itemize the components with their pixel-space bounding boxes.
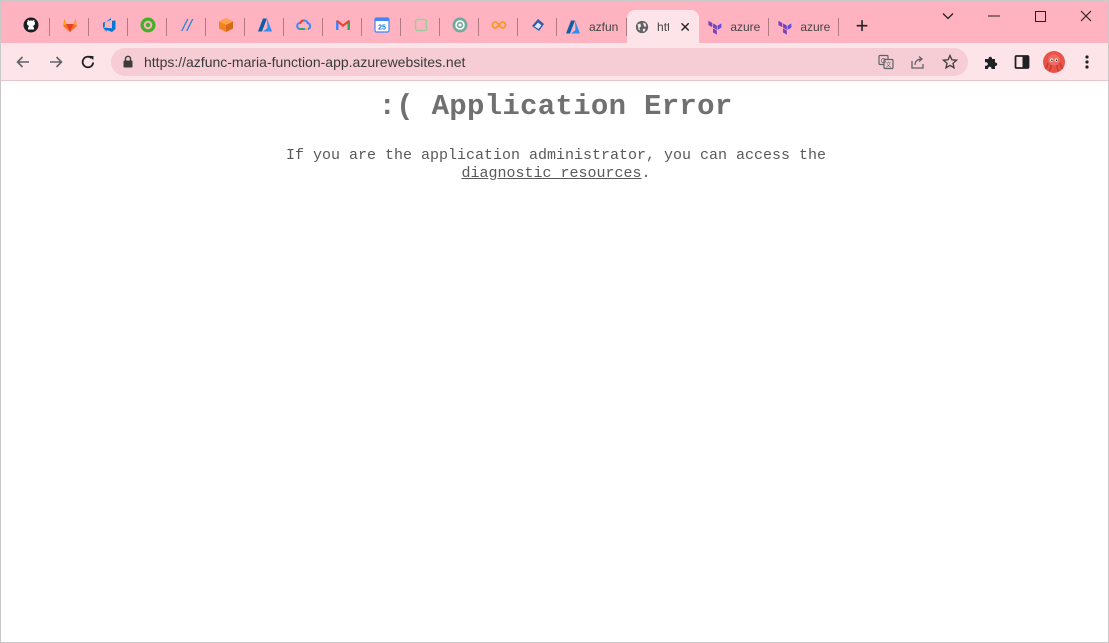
page-content: :( Application Error If you are the appl… (1, 82, 1108, 642)
error-message-text: If you are the application administrator… (285, 147, 827, 164)
avatar-octopus-icon (1043, 51, 1065, 73)
share-button[interactable] (908, 52, 928, 72)
profile-avatar[interactable] (1042, 50, 1066, 74)
infinity-icon (491, 21, 506, 29)
calendar-icon: 25 (373, 17, 390, 33)
new-tab-button[interactable]: + (850, 15, 874, 39)
extension-tab-icon (414, 18, 427, 32)
tab-azure-terraform-2[interactable]: azure (769, 10, 839, 43)
arrow-left-icon (16, 56, 29, 68)
svg-text:文: 文 (885, 61, 891, 69)
pinned-tab-package[interactable] (206, 10, 245, 44)
minimize-button[interactable] (971, 1, 1017, 31)
forward-button[interactable] (44, 50, 68, 74)
close-icon (1080, 10, 1092, 22)
tab-label: azure (730, 19, 761, 34)
tab-azfun[interactable]: azfun (557, 10, 627, 43)
pinned-tab-azure[interactable] (245, 10, 284, 44)
back-button[interactable] (11, 50, 35, 74)
pinned-tab-gitlab[interactable] (50, 10, 89, 44)
bookmark-button[interactable] (940, 52, 960, 72)
pinned-tab-circleci[interactable] (128, 10, 167, 44)
address-bar[interactable]: https://azfunc-maria-function-app.azurew… (111, 48, 968, 76)
puzzle-icon (985, 56, 998, 69)
pinned-tab-extension[interactable] (401, 10, 440, 44)
azure-icon (257, 18, 272, 32)
tab-label: htt (657, 19, 670, 34)
extensions-button[interactable] (979, 50, 1003, 74)
url-text[interactable]: https://azfunc-maria-function-app.azurew… (144, 54, 465, 70)
pinned-tab-google-cloud[interactable] (284, 10, 323, 44)
tab-strip: 25 azfun htt ✕ azure azure + (1, 1, 1108, 43)
cloud-app-icon (531, 19, 544, 31)
chatgpt-icon (452, 17, 467, 33)
svg-text:25: 25 (378, 25, 386, 32)
chevron-down-icon (942, 13, 954, 20)
gitlab-icon (62, 19, 77, 32)
translate-button[interactable]: G文 (876, 52, 896, 72)
close-window-button[interactable] (1063, 1, 1109, 31)
pinned-tab-gmail[interactable] (323, 10, 362, 44)
side-panel-button[interactable] (1010, 50, 1034, 74)
page-title: :( Application Error (378, 90, 733, 123)
browser-toolbar: https://azfunc-maria-function-app.azurew… (1, 43, 1108, 81)
azure-pipelines-icon (180, 19, 193, 31)
github-icon (23, 17, 38, 33)
error-message-end: . (641, 165, 651, 182)
reload-icon (81, 55, 95, 69)
star-icon (942, 54, 958, 70)
reload-button[interactable] (76, 50, 100, 74)
circleci-icon (140, 17, 155, 33)
close-tab-icon[interactable]: ✕ (679, 20, 691, 34)
error-message: If you are the application administrator… (241, 147, 871, 183)
tab-label: azure (800, 19, 831, 34)
terraform-icon (778, 20, 792, 35)
pinned-tab-chatgpt[interactable] (440, 10, 479, 44)
more-vert-icon (1085, 55, 1089, 69)
pinned-tab-azure-devops[interactable] (89, 10, 128, 44)
gmail-icon (335, 20, 350, 30)
maximize-button[interactable] (1017, 1, 1063, 31)
diagnostic-resources-link[interactable]: diagnostic resources (461, 165, 641, 182)
azure-icon (566, 20, 580, 33)
menu-button[interactable] (1075, 50, 1099, 74)
translate-icon: G文 (878, 54, 894, 70)
tab-azure-terraform-1[interactable]: azure (699, 10, 769, 43)
pinned-tab-cloud-app[interactable] (518, 10, 557, 44)
pinned-tab-github[interactable] (11, 10, 50, 44)
pinned-tab-calendar[interactable]: 25 (362, 10, 401, 44)
tab-active-app[interactable]: htt ✕ (627, 10, 699, 43)
azure-devops-icon (102, 18, 115, 32)
tab-label: azfun (589, 19, 619, 34)
globe-icon (635, 20, 649, 33)
pinned-tab-azure-pipelines[interactable] (167, 10, 206, 44)
maximize-icon (1034, 10, 1046, 22)
browser-window: 25 azfun htt ✕ azure azure + https://azf… (0, 0, 1109, 643)
side-panel-icon (1014, 55, 1030, 69)
arrow-right-icon (50, 56, 63, 68)
pinned-tab-infinity[interactable] (479, 10, 518, 44)
lock-icon[interactable] (123, 55, 133, 68)
pinned-tabs: 25 (11, 10, 557, 44)
package-icon (218, 18, 233, 32)
google-cloud-icon (295, 19, 311, 30)
tab-search-button[interactable] (925, 1, 971, 31)
share-icon (911, 56, 924, 69)
terraform-icon (708, 20, 722, 35)
minimize-icon (988, 15, 1000, 17)
